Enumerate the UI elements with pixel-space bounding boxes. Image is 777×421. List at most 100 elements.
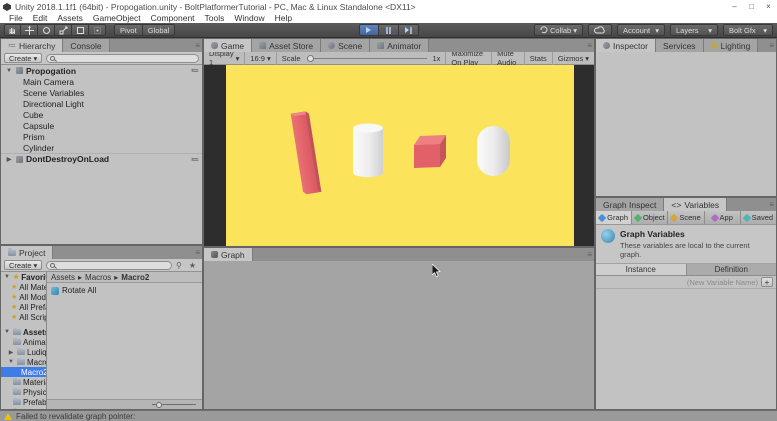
tab-lighting[interactable]: Lighting — [704, 39, 759, 52]
new-variable-input[interactable]: (New Variable Name) — [687, 278, 758, 287]
aspect-dropdown[interactable]: 16:9▾ — [245, 52, 276, 65]
project-search-input[interactable] — [46, 261, 172, 270]
menu-help[interactable]: Help — [270, 13, 297, 23]
account-dropdown[interactable]: Account▾ — [617, 24, 665, 36]
panel-menu-icon[interactable]: ≡ — [769, 41, 774, 50]
game-viewport[interactable] — [204, 65, 594, 246]
asset-rotate-all[interactable]: Rotate All — [51, 286, 96, 295]
project-create-button[interactable]: Create▾ — [4, 260, 42, 270]
slider-knob[interactable] — [156, 402, 162, 408]
rotate-tool-button[interactable] — [38, 24, 55, 36]
scale-knob[interactable] — [307, 55, 314, 62]
mute-audio-toggle[interactable]: Mute Audio — [492, 52, 525, 65]
gizmos-dropdown[interactable]: Gizmos▾ — [553, 52, 594, 65]
breadcrumb-assets[interactable]: Assets — [51, 273, 75, 282]
transform-tool-button[interactable] — [89, 24, 106, 36]
menu-assets[interactable]: Assets — [52, 13, 88, 23]
expand-icon[interactable]: ▼ — [5, 68, 13, 74]
status-bar[interactable]: Failed to revalidate graph pointer: — [0, 410, 777, 421]
step-button[interactable] — [399, 24, 419, 36]
folder-macros[interactable]: ▼Macros — [1, 357, 46, 367]
tab-definition[interactable]: Definition — [687, 264, 777, 275]
maximize-button[interactable]: □ — [743, 0, 760, 13]
folder-materials[interactable]: Materials — [1, 377, 46, 387]
tab-hierarchy[interactable]: ≔Hierarchy — [1, 39, 63, 52]
panel-menu-icon[interactable]: ≡ — [195, 248, 200, 257]
layout-dropdown[interactable]: Bolt Gfx▾ — [723, 24, 773, 36]
folder-prefabs[interactable]: Prefabs — [1, 397, 46, 407]
scope-saved-button[interactable]: Saved — [741, 211, 776, 224]
add-variable-button[interactable]: + — [761, 277, 773, 287]
panel-menu-icon[interactable]: ≡ — [587, 250, 592, 259]
layers-dropdown[interactable]: Layers▾ — [670, 24, 718, 36]
tab-graph-inspector[interactable]: Graph Inspect — [596, 198, 664, 211]
scene-menu-icon[interactable]: ≔ — [191, 155, 202, 164]
assets-root[interactable]: ▼Assets — [1, 327, 46, 337]
hierarchy-create-button[interactable]: Create▾ — [4, 53, 42, 63]
tab-animator[interactable]: Animator — [370, 39, 429, 52]
tab-variables[interactable]: <>Variables — [664, 198, 727, 211]
display-dropdown[interactable]: Display 1▾ — [204, 52, 245, 65]
tab-graph[interactable]: Graph — [204, 248, 253, 261]
scope-graph-button[interactable]: Graph — [596, 211, 632, 224]
hierarchy-item-capsule[interactable]: Capsule — [1, 120, 202, 131]
tab-services[interactable]: Services — [656, 39, 704, 52]
panel-menu-icon[interactable]: ≡ — [587, 41, 592, 50]
breadcrumb-macros[interactable]: Macros — [85, 273, 111, 282]
scale-slider[interactable] — [307, 58, 427, 59]
hierarchy-item-cylinder[interactable]: Cylinder — [1, 142, 202, 153]
favorites-root[interactable]: ▼★Favorites — [1, 272, 46, 282]
tab-inspector[interactable]: Inspector — [596, 39, 656, 52]
rect-tool-button[interactable] — [72, 24, 89, 36]
thumbnail-size-slider[interactable] — [152, 404, 196, 405]
move-tool-button[interactable] — [21, 24, 38, 36]
collab-button[interactable]: Collab▾ — [534, 24, 583, 36]
play-button[interactable] — [359, 24, 379, 36]
scene-menu-icon[interactable]: ≔ — [191, 66, 202, 75]
menu-file[interactable]: File — [4, 13, 28, 23]
folder-physics[interactable]: Physics — [1, 387, 46, 397]
menu-edit[interactable]: Edit — [28, 13, 53, 23]
favorites-all-scripts[interactable]: ★All Scripts — [1, 312, 46, 322]
hierarchy-item-cube[interactable]: Cube — [1, 109, 202, 120]
graph-canvas[interactable] — [204, 261, 594, 409]
favorites-all-models[interactable]: ★All Models — [1, 292, 46, 302]
tab-instance[interactable]: Instance — [596, 264, 687, 275]
menu-gameobject[interactable]: GameObject — [88, 13, 146, 23]
hierarchy-item-directional-light[interactable]: Directional Light — [1, 98, 202, 109]
folder-scenes[interactable]: Scenes — [1, 407, 46, 409]
hand-tool-button[interactable] — [4, 24, 21, 36]
search-filter-icon[interactable]: ⚲ — [176, 261, 185, 270]
tab-project[interactable]: Project — [1, 246, 53, 259]
menu-tools[interactable]: Tools — [200, 13, 230, 23]
folder-animations[interactable]: Animations — [1, 337, 46, 347]
stats-toggle[interactable]: Stats — [525, 52, 553, 65]
cloud-button[interactable] — [588, 24, 612, 36]
favorite-search-icon[interactable]: ★ — [189, 261, 199, 270]
folder-ludiq[interactable]: ▶Ludiq — [1, 347, 46, 357]
panel-menu-icon[interactable]: ≡ — [195, 41, 200, 50]
global-toggle[interactable]: Global — [143, 24, 176, 36]
asset-macro2[interactable]: Macro2 — [1, 367, 46, 377]
pivot-toggle[interactable]: Pivot — [114, 24, 143, 36]
hierarchy-item-prism[interactable]: Prism — [1, 131, 202, 142]
minimize-button[interactable]: – — [726, 0, 743, 13]
scale-tool-button[interactable] — [55, 24, 72, 36]
hierarchy-dontdestroy-row[interactable]: ▶ DontDestroyOnLoad ≔ — [1, 153, 202, 164]
tab-game[interactable]: Game — [204, 39, 252, 52]
maximize-on-play-toggle[interactable]: Maximize On Play — [445, 52, 492, 65]
scope-app-button[interactable]: App — [705, 211, 741, 224]
favorites-all-materials[interactable]: ★All Materials — [1, 282, 46, 292]
collapse-icon[interactable]: ▶ — [5, 156, 13, 163]
tab-console[interactable]: Console — [63, 39, 109, 52]
breadcrumb-macro2[interactable]: Macro2 — [121, 273, 149, 282]
close-button[interactable]: × — [760, 0, 777, 13]
scope-object-button[interactable]: Object — [632, 211, 668, 224]
tab-asset-store[interactable]: Asset Store — [252, 39, 321, 52]
hierarchy-scene-row[interactable]: ▼ Propogation ≔ — [1, 65, 202, 76]
hierarchy-item-main-camera[interactable]: Main Camera — [1, 76, 202, 87]
scope-scene-button[interactable]: Scene — [668, 211, 704, 224]
hierarchy-item-scene-variables[interactable]: Scene Variables — [1, 87, 202, 98]
menu-component[interactable]: Component — [146, 13, 200, 23]
hierarchy-search-input[interactable] — [46, 54, 199, 63]
